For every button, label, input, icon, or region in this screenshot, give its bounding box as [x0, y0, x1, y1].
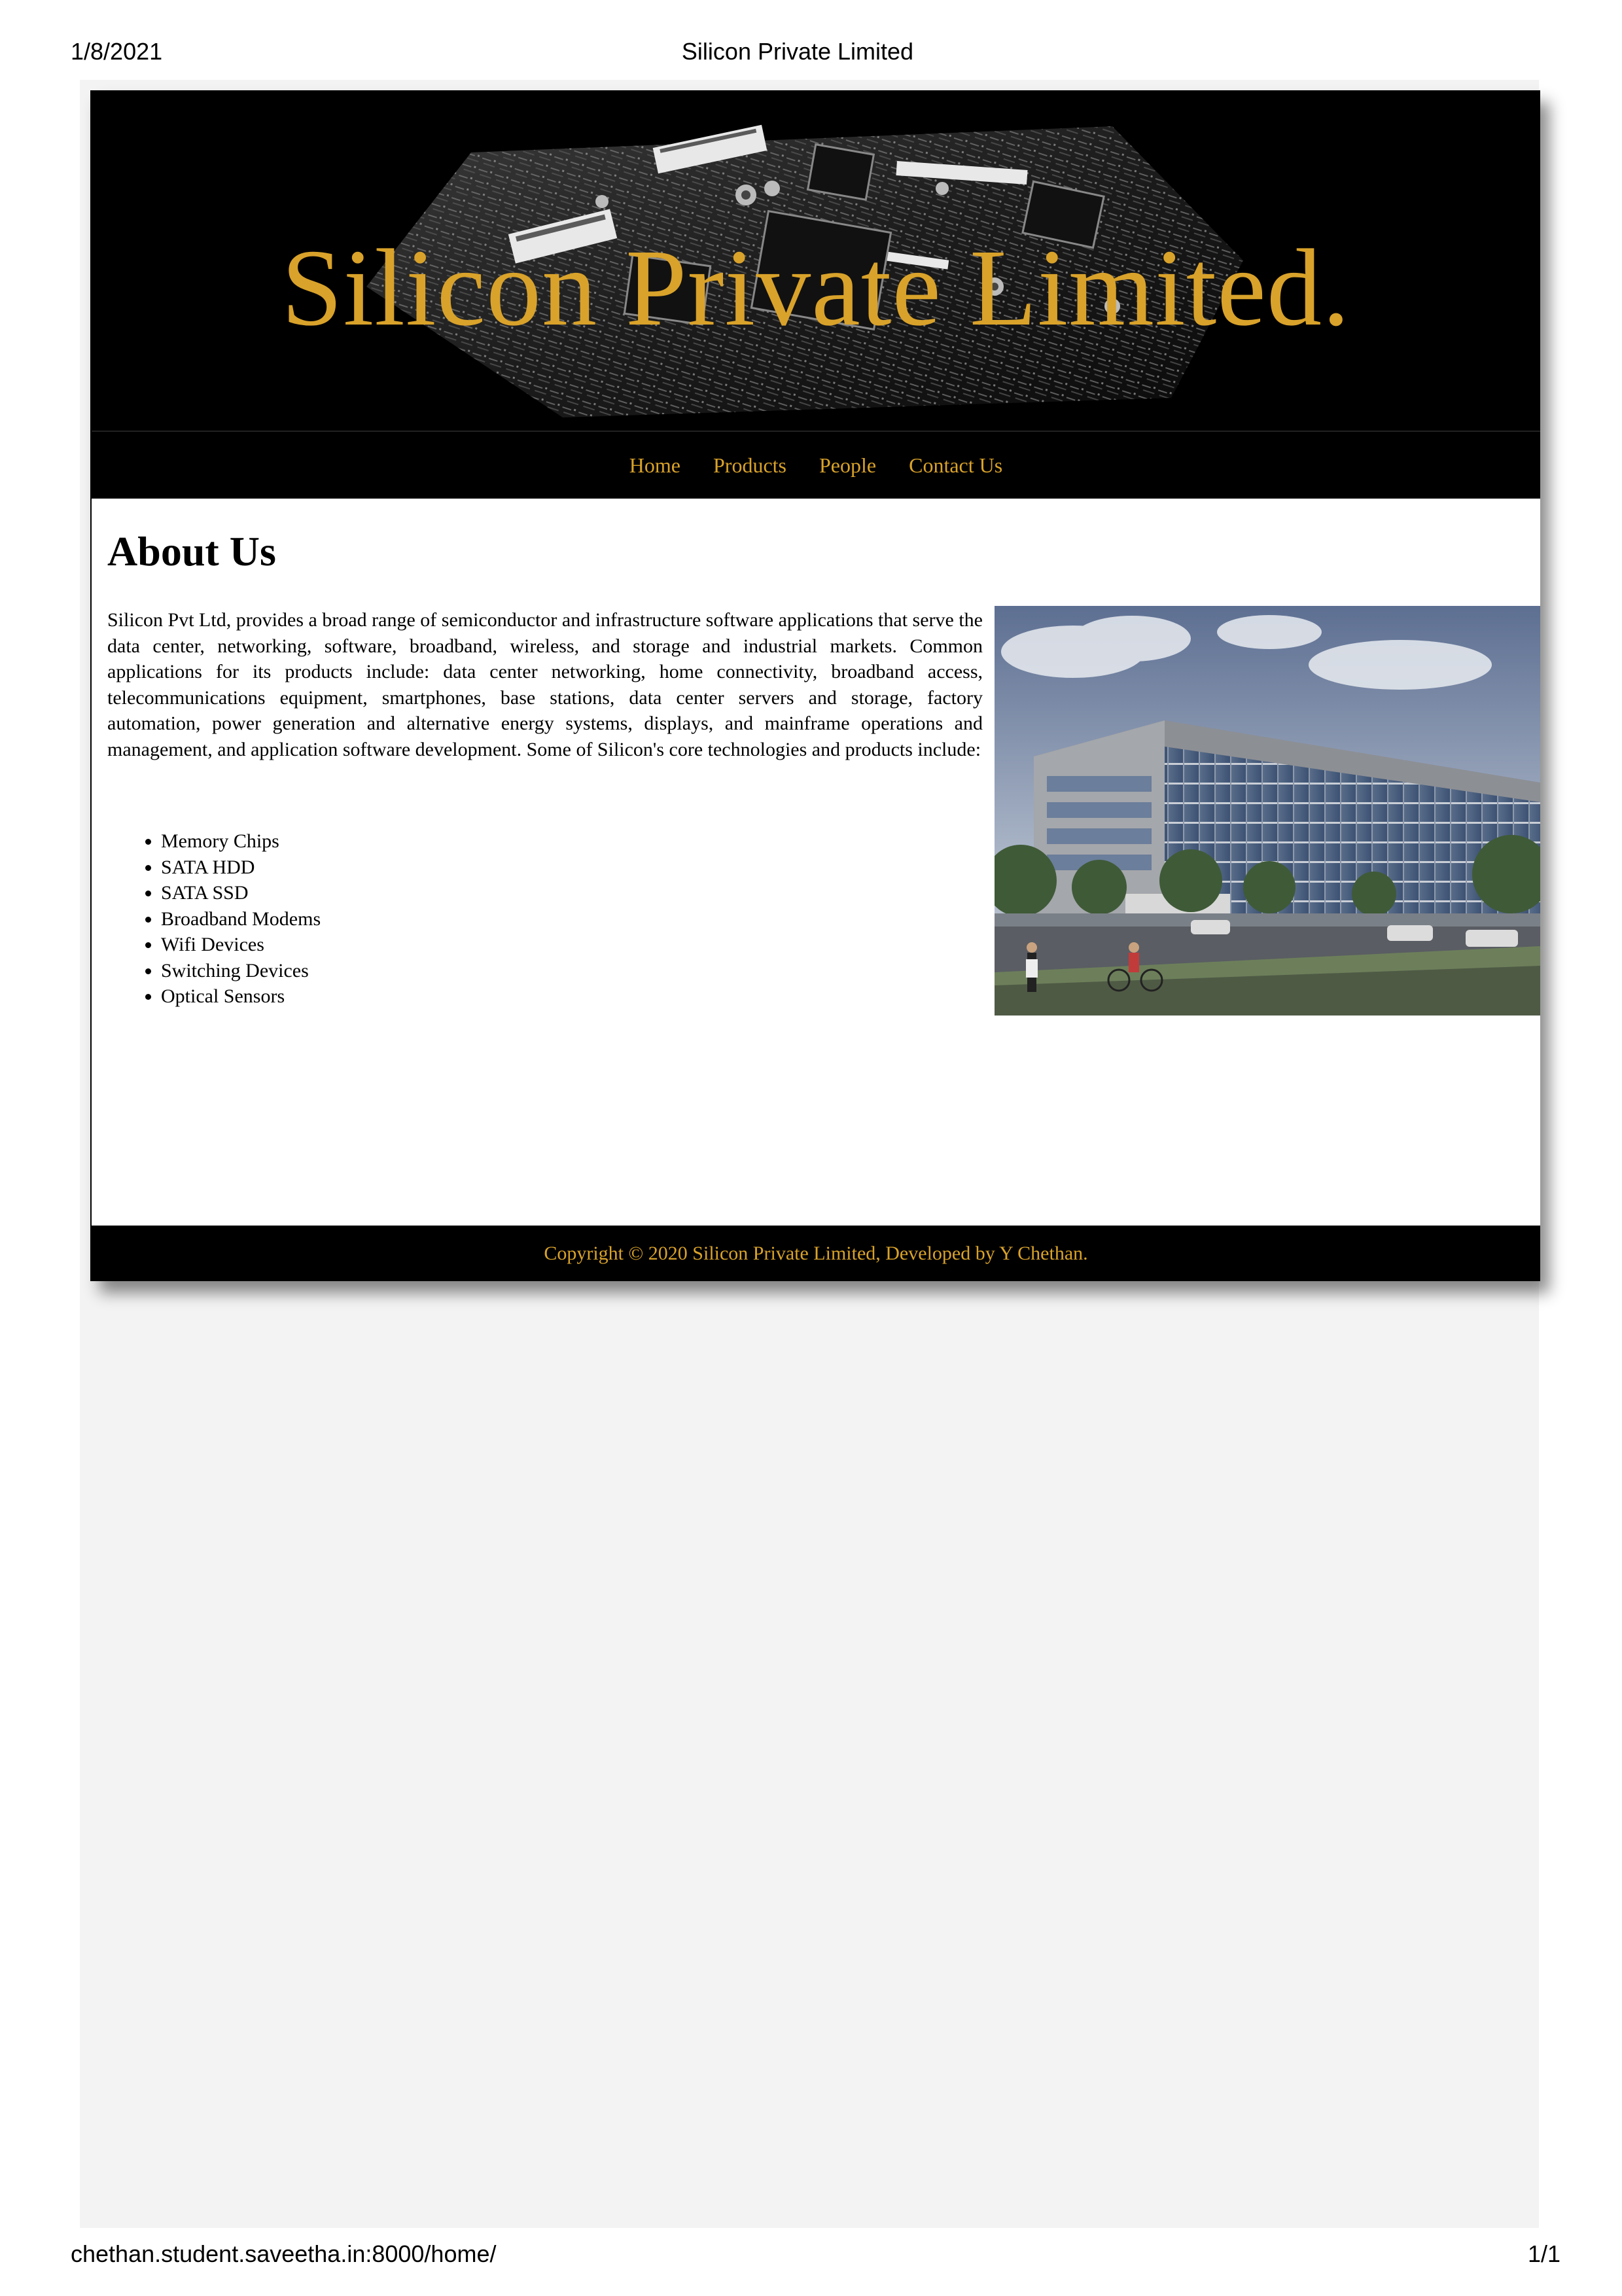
- nav-home[interactable]: Home: [629, 453, 680, 478]
- nav-contact-us[interactable]: Contact Us: [909, 453, 1002, 478]
- copyright-text: Copyright © 2020 Silicon Private Limited…: [544, 1242, 1088, 1264]
- list-item: Broadband Modems: [161, 906, 321, 932]
- about-heading: About Us: [107, 528, 276, 574]
- technology-list: Memory Chips SATA HDD SATA SSD Broadband…: [107, 828, 321, 1010]
- site-title: Silicon Private Limited.: [281, 227, 1350, 349]
- about-paragraph: Silicon Pvt Ltd, provides a broad range …: [107, 609, 983, 760]
- print-header-title: Silicon Private Limited: [681, 38, 914, 65]
- site-footer: Copyright © 2020 Silicon Private Limited…: [92, 1226, 1540, 1281]
- list-item: Switching Devices: [161, 958, 321, 984]
- list-item: SATA HDD: [161, 855, 321, 881]
- print-footer-url: chethan.student.saveetha.in:8000/home/: [71, 2240, 497, 2267]
- list-item: Optical Sensors: [161, 983, 321, 1010]
- list-item: SATA SSD: [161, 880, 321, 906]
- nav-people[interactable]: People: [819, 453, 876, 478]
- office-building-image: [995, 606, 1540, 1016]
- list-item: Memory Chips: [161, 828, 321, 855]
- print-header-date: 1/8/2021: [71, 38, 163, 65]
- list-item: Wifi Devices: [161, 932, 321, 958]
- print-footer-page-number: 1/1: [1528, 2240, 1561, 2267]
- main-navigation: Home Products People Contact Us: [92, 431, 1540, 499]
- site-container: Silicon Private Limited. Home Products P…: [90, 90, 1540, 1281]
- header-banner: Silicon Private Limited.: [92, 90, 1540, 431]
- nav-products[interactable]: Products: [713, 453, 786, 478]
